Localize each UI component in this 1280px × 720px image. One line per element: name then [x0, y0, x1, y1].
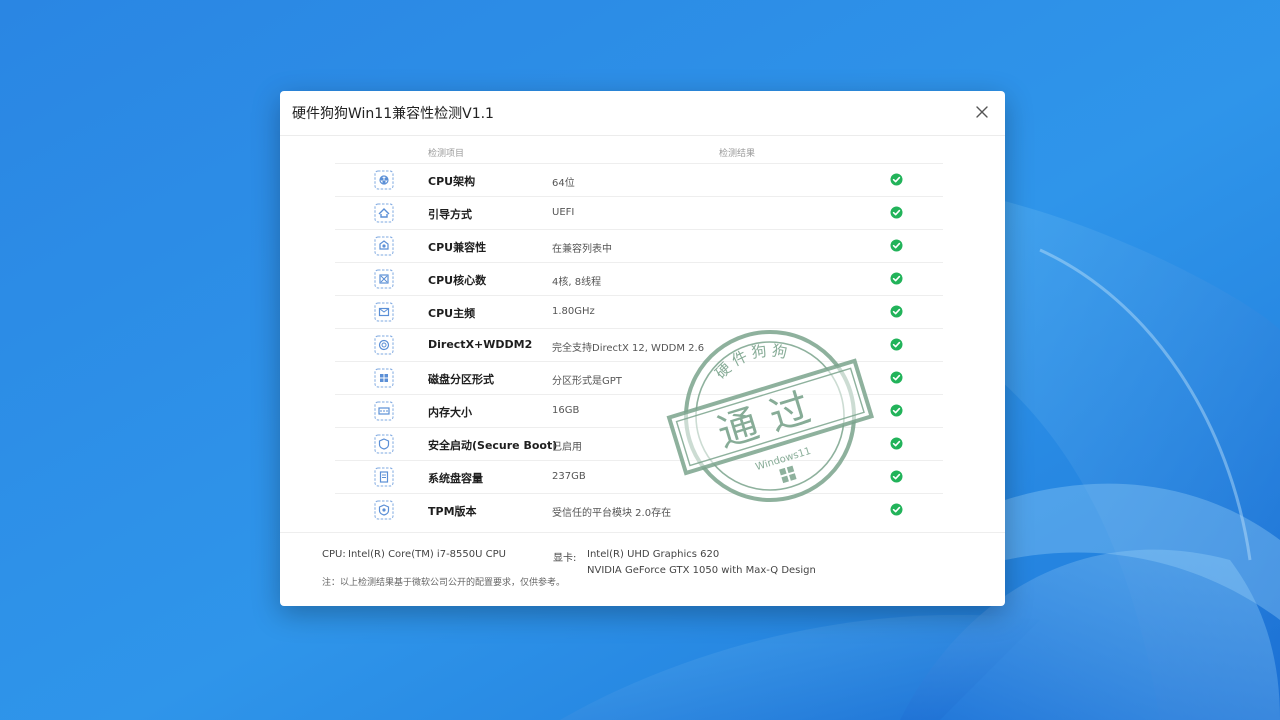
check-item-result: UEFI: [552, 207, 575, 218]
table-header: 检测项目 检测结果: [335, 137, 943, 163]
check-row: CPU架构 64位: [335, 163, 943, 196]
check-row: TPM版本 受信任的平台模块 2.0存在: [335, 493, 943, 526]
compat-icon: [374, 236, 394, 256]
check-row: DirectX+WDDM2 完全支持DirectX 12, WDDM 2.6: [335, 328, 943, 361]
close-button[interactable]: [971, 101, 993, 123]
check-row: 内存大小 16GB: [335, 394, 943, 427]
pass-check-icon: [890, 338, 903, 351]
check-item-name: CPU核心数: [428, 274, 487, 287]
pass-check-icon: [890, 305, 903, 318]
dialog-titlebar: 硬件狗狗Win11兼容性检测V1.1: [280, 91, 1005, 136]
check-item-name: 安全启动(Secure Boot): [428, 439, 558, 452]
system-info-footer: CPU: Intel(R) Core(TM) i7-8550U CPU 显卡: …: [280, 532, 1005, 606]
boot-icon: [374, 203, 394, 223]
pass-check-icon: [890, 239, 903, 252]
tpm-icon: [374, 500, 394, 520]
pass-check-icon: [890, 173, 903, 186]
check-item-result: 237GB: [552, 471, 586, 482]
pass-check-icon: [890, 503, 903, 516]
check-table: 检测项目 检测结果 CPU架构 64位 引导方式 UEFI CPU兼容性 在兼容列表中 CP…: [335, 137, 943, 526]
check-item-name: CPU主频: [428, 307, 476, 320]
check-row: 磁盘分区形式 分区形式是GPT: [335, 361, 943, 394]
disk-icon: [374, 467, 394, 487]
cpu-value: Intel(R) Core(TM) i7-8550U CPU: [348, 549, 506, 560]
dialog-title: 硬件狗狗Win11兼容性检测V1.1: [292, 106, 494, 122]
check-item-result: 完全支持DirectX 12, WDDM 2.6: [552, 343, 705, 354]
gpu-value-2: NVIDIA GeForce GTX 1050 with Max-Q Desig…: [587, 565, 816, 576]
check-item-result: 受信任的平台模块 2.0存在: [552, 508, 672, 519]
close-icon: [976, 106, 988, 118]
check-item-name: CPU架构: [428, 175, 476, 188]
check-item-result: 在兼容列表中: [552, 244, 612, 255]
check-item-name: 磁盘分区形式: [428, 373, 494, 386]
check-item-name: 引导方式: [428, 208, 472, 221]
pass-check-icon: [890, 371, 903, 384]
check-item-name: 系统盘容量: [428, 472, 483, 485]
gpu-label: 显卡:: [553, 553, 577, 564]
frequency-icon: [374, 302, 394, 322]
partition-icon: [374, 368, 394, 388]
check-row: 系统盘容量 237GB: [335, 460, 943, 493]
check-row: 安全启动(Secure Boot) 已启用: [335, 427, 943, 460]
check-item-name: TPM版本: [428, 505, 477, 518]
check-row: CPU兼容性 在兼容列表中: [335, 229, 943, 262]
disclaimer-note: 注：以上检测结果基于微软公司公开的配置要求，仅供参考。: [322, 578, 566, 588]
check-row: CPU主频 1.80GHz: [335, 295, 943, 328]
check-row: 引导方式 UEFI: [335, 196, 943, 229]
compatibility-dialog: 硬件狗狗Win11兼容性检测V1.1 检测项目 检测结果 CPU架构 64位引导方…: [280, 91, 1005, 606]
cores-icon: [374, 269, 394, 289]
directx-icon: [374, 335, 394, 355]
column-header-item: 检测项目: [428, 149, 465, 159]
pass-check-icon: [890, 470, 903, 483]
pass-check-icon: [890, 272, 903, 285]
pass-check-icon: [890, 404, 903, 417]
check-item-result: 64位: [552, 178, 575, 189]
secure-boot-icon: [374, 434, 394, 454]
check-item-result: 4核, 8线程: [552, 277, 602, 288]
column-header-result: 检测结果: [719, 149, 756, 159]
gpu-value-1: Intel(R) UHD Graphics 620: [587, 549, 720, 560]
check-rows: CPU架构 64位引导方式 UEFI CPU兼容性 在兼容列表中 CPU核心数 4核, 8线…: [335, 163, 943, 526]
pass-check-icon: [890, 206, 903, 219]
check-item-name: CPU兼容性: [428, 241, 487, 254]
check-item-name: DirectX+WDDM2: [428, 338, 533, 351]
check-item-result: 分区形式是GPT: [552, 376, 622, 387]
check-item-result: 16GB: [552, 405, 580, 416]
cpu-chip-icon: [374, 170, 394, 190]
check-item-result: 已启用: [552, 442, 582, 453]
check-item-name: 内存大小: [428, 406, 472, 419]
check-item-result: 1.80GHz: [552, 306, 595, 317]
memory-icon: [374, 401, 394, 421]
pass-check-icon: [890, 437, 903, 450]
cpu-label: CPU:: [322, 549, 346, 560]
check-row: CPU核心数 4核, 8线程: [335, 262, 943, 295]
